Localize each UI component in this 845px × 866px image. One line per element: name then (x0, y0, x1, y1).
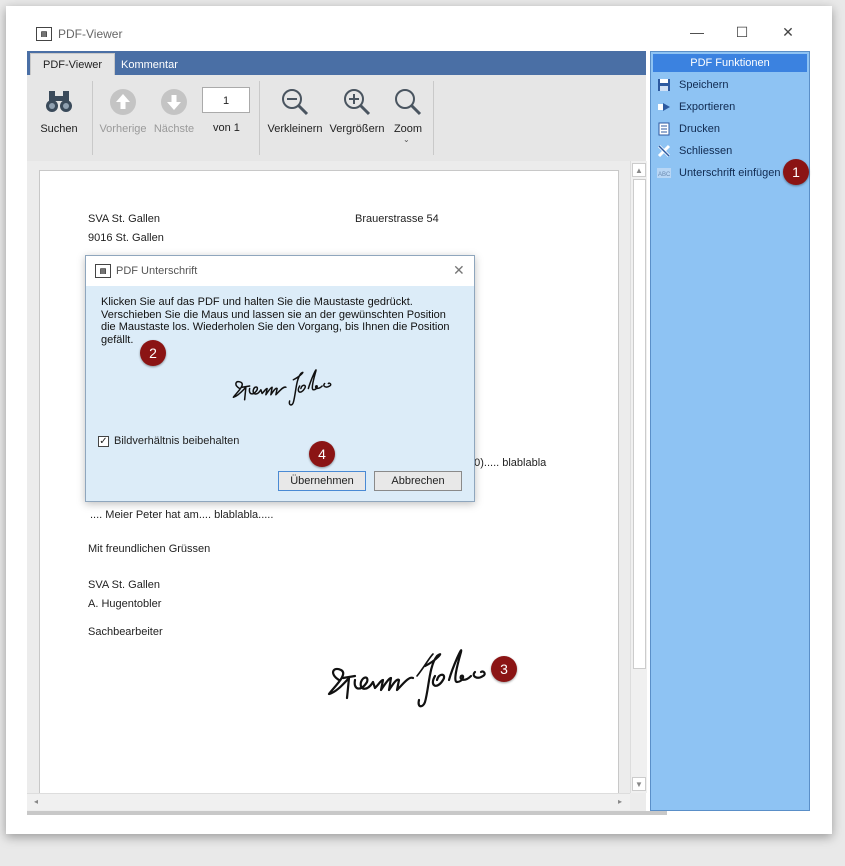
close-button[interactable]: ✕ (774, 24, 802, 41)
maximize-button[interactable]: ☐ (728, 24, 756, 41)
zoom-out-label: Verkleinern (267, 123, 323, 135)
apply-button[interactable]: Übernehmen (278, 471, 366, 491)
dialog-title-bar: ▤ PDF Unterschrift ✕ (86, 256, 474, 286)
sender-name: SVA St. Gallen (88, 213, 160, 225)
document-icon (658, 122, 670, 136)
sidebar-item-label: Schliessen (679, 145, 733, 157)
magnifier-icon (395, 89, 422, 116)
app-icon: ▤ (95, 264, 111, 278)
separator (433, 81, 434, 155)
window-title: PDF-Viewer (58, 27, 123, 41)
binoculars-icon (46, 91, 72, 112)
callout-badge: 1 (783, 159, 809, 185)
svg-text:ABC: ABC (658, 172, 671, 178)
prev-button[interactable]: Vorherige (97, 75, 149, 161)
arrow-down-icon (161, 89, 187, 115)
scroll-down-arrow[interactable]: ▼ (632, 777, 646, 791)
signature-name: A. Hugentobler (88, 598, 162, 610)
prev-label: Vorherige (99, 123, 147, 135)
dialog-title: PDF Unterschrift (116, 265, 198, 277)
status-strip (27, 811, 667, 815)
partial-text-line: 00)..... blablabla (468, 457, 547, 469)
chevron-down-icon: ⌄ (403, 135, 410, 144)
zoom-out-button[interactable]: Verkleinern (265, 75, 325, 161)
cancel-button[interactable]: Abbrechen (374, 471, 462, 491)
next-button[interactable]: Nächste (149, 75, 199, 161)
callout-badge: 3 (491, 656, 517, 682)
save-icon (658, 79, 670, 92)
zoom-in-label: Vergrößern (329, 123, 385, 135)
callout-badge: 4 (309, 441, 335, 467)
signature-icon: ABC (657, 168, 671, 179)
panel-header: PDF Funktionen (653, 54, 807, 72)
instruction-line: die Maustaste los. Wiederholen Sie den V… (101, 321, 450, 333)
sidebar-item-label: Drucken (679, 123, 720, 135)
sender-city: 9016 St. Gallen (88, 232, 164, 244)
search-label: Suchen (40, 123, 78, 135)
street-address: Brauerstrasse 54 (355, 213, 439, 225)
close-x-icon (657, 145, 671, 158)
separator (92, 81, 93, 155)
next-label: Nächste (153, 123, 195, 135)
sidebar-item-insert-signature[interactable]: ABC Unterschrift einfügen (657, 164, 781, 182)
dialog-instructions: Klicken Sie auf das PDF und halten Sie d… (101, 296, 450, 346)
dialog-close-icon[interactable]: ✕ (453, 262, 465, 279)
page-count-label: von 1 (213, 122, 240, 134)
sidebar-item-print[interactable]: Drucken (657, 120, 720, 138)
sidebar-item-label: Unterschrift einfügen (679, 167, 781, 179)
ribbon-tabs: PDF-Viewer Kommentar (27, 51, 646, 76)
scroll-thumb[interactable] (633, 179, 646, 669)
tab-pdf-viewer[interactable]: PDF-Viewer (30, 53, 116, 76)
scroll-right-arrow[interactable]: ▸ (613, 795, 627, 809)
zoom-out-icon (282, 89, 309, 116)
scroll-up-arrow[interactable]: ▲ (632, 163, 646, 177)
separator (259, 81, 260, 155)
horizontal-scrollbar[interactable]: ◂ ▸ (27, 793, 630, 810)
arrow-up-icon (110, 89, 136, 115)
instruction-line: Klicken Sie auf das PDF und halten Sie d… (101, 296, 413, 308)
zoom-in-button[interactable]: Vergrößern (327, 75, 387, 161)
sidebar-item-label: Exportieren (679, 101, 736, 113)
vertical-scrollbar[interactable]: ▲ ▼ (630, 161, 647, 793)
signature-dialog: ▤ PDF Unterschrift ✕ Klicken Sie auf das… (85, 255, 475, 502)
minimize-button[interactable]: — (683, 24, 711, 40)
tab-kommentar[interactable]: Kommentar (109, 55, 190, 75)
app-icon: ▤ (36, 27, 52, 41)
placed-signature-image[interactable] (325, 636, 495, 716)
sidebar-item-export[interactable]: Exportieren (657, 98, 735, 116)
page-number-input[interactable]: 1 (202, 87, 250, 113)
aspect-ratio-checkbox[interactable]: ✓ (98, 436, 109, 447)
scroll-left-arrow[interactable]: ◂ (29, 795, 43, 809)
zoom-in-icon (344, 89, 371, 116)
signature-role: Sachbearbeiter (88, 626, 163, 638)
instruction-line: Verschieben Sie die Maus und lassen sie … (101, 308, 446, 321)
sidebar-item-label: Speichern (679, 79, 729, 91)
signature-preview (232, 369, 332, 406)
ribbon-toolbar: Suchen Vorherige Nächste 1 von 1 Verklei… (27, 75, 646, 162)
checkbox-label: Bildverhältnis beibehalten (114, 435, 240, 447)
signature-org: SVA St. Gallen (88, 579, 160, 591)
search-button[interactable]: Suchen (33, 75, 85, 161)
sidebar-item-close[interactable]: Schliessen (657, 142, 732, 160)
zoom-label: Zoom (393, 123, 423, 135)
callout-badge: 2 (140, 340, 166, 366)
export-icon (658, 103, 670, 112)
sidebar-item-save[interactable]: Speichern (657, 76, 729, 94)
closing-text: Mit freundlichen Grüssen (88, 543, 211, 555)
zoom-button[interactable]: Zoom ⌄ (389, 75, 427, 161)
body-text-line: .... Meier Peter hat am.... blablabla...… (90, 509, 274, 521)
